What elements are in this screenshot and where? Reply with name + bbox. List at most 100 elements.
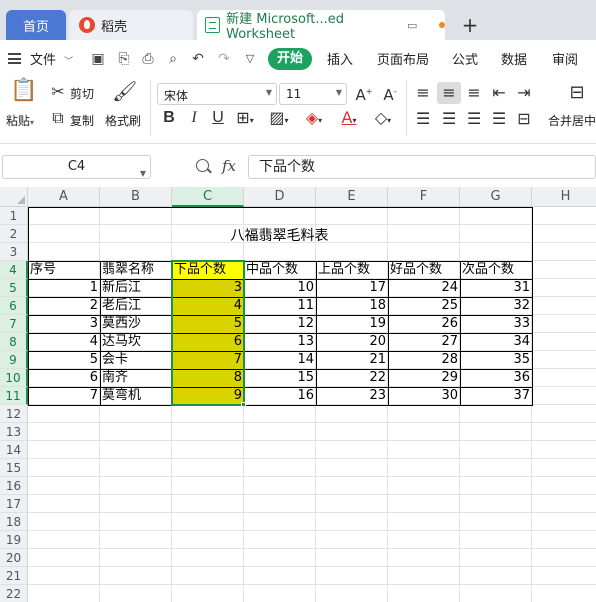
menu-start[interactable]: 开始 (268, 48, 312, 70)
merge-center-button[interactable]: 合并居中 (548, 112, 596, 129)
new-tab-button[interactable]: + (458, 14, 482, 38)
export-icon[interactable]: ⎘ (116, 51, 132, 67)
main-menu-icon[interactable] (8, 53, 21, 64)
quick-access-dropdown-icon[interactable]: ▽ (242, 51, 258, 67)
decrease-indent-icon[interactable]: ⇤ (491, 84, 507, 102)
table-cell[interactable]: 4 (28, 333, 100, 351)
print-icon[interactable]: ⎙ (140, 51, 156, 67)
table-cell[interactable]: 13 (244, 333, 316, 351)
font-name-select[interactable]: 宋体 ▼ (157, 83, 277, 105)
column-header-E[interactable]: E (316, 187, 388, 207)
menu-insert[interactable]: 插入 (327, 49, 353, 68)
column-header-A[interactable]: A (28, 187, 100, 207)
menu-formula[interactable]: 公式 (452, 49, 478, 68)
row-header-8[interactable]: 8 (0, 333, 28, 351)
menu-page-layout[interactable]: 页面布局 (377, 49, 429, 68)
table-cell[interactable]: 11 (244, 297, 316, 315)
header-cell[interactable]: 次品个数 (460, 261, 532, 279)
table-cell[interactable]: 35 (460, 351, 532, 369)
increase-font-icon[interactable]: A+ (354, 83, 374, 104)
row-header-5[interactable]: 5 (0, 279, 28, 297)
table-cell[interactable]: 会卡 (100, 351, 172, 369)
table-cell[interactable]: 30 (388, 387, 460, 405)
row-header-11[interactable]: 11 (0, 387, 28, 405)
table-cell[interactable]: 7 (28, 387, 100, 405)
table-cell[interactable]: 19 (316, 315, 388, 333)
table-cell[interactable]: 31 (460, 279, 532, 297)
decrease-font-icon[interactable]: A- (380, 83, 400, 104)
name-box[interactable]: C4 ▼ (2, 155, 151, 179)
row-header-9[interactable]: 9 (0, 351, 28, 369)
table-cell[interactable]: 南齐 (100, 369, 172, 387)
row-header-3[interactable]: 3 (0, 243, 28, 261)
table-cell[interactable]: 1 (28, 279, 100, 297)
menu-data[interactable]: 数据 (501, 49, 527, 68)
row-header-7[interactable]: 7 (0, 315, 28, 333)
table-cell[interactable]: 10 (244, 279, 316, 297)
italic-button[interactable]: I (185, 109, 203, 127)
row-header-22[interactable]: 22 (0, 585, 28, 602)
column-header-C[interactable]: C (172, 187, 244, 207)
table-cell[interactable]: 27 (388, 333, 460, 351)
merge-center-icon[interactable]: ⊟ (565, 84, 589, 102)
column-header-G[interactable]: G (460, 187, 532, 207)
formula-input[interactable]: 下品个数 (248, 155, 596, 179)
save-icon[interactable]: ▣ (90, 51, 106, 67)
justify-icon[interactable]: ☰ (491, 110, 507, 128)
table-cell[interactable]: 33 (460, 315, 532, 333)
table-cell[interactable]: 32 (460, 297, 532, 315)
table-cell[interactable]: 34 (460, 333, 532, 351)
tab-home[interactable]: 首页 (6, 10, 66, 40)
table-cell[interactable]: 16 (244, 387, 316, 405)
format-painter-button[interactable]: 格式刷 (105, 112, 141, 129)
table-cell[interactable]: 21 (316, 351, 388, 369)
row-header-12[interactable]: 12 (0, 405, 28, 423)
row-header-19[interactable]: 19 (0, 531, 28, 549)
copy-icon[interactable]: ⧉ (50, 109, 66, 127)
row-header-6[interactable]: 6 (0, 297, 28, 315)
table-cell[interactable]: 17 (316, 279, 388, 297)
paste-button[interactable]: 粘贴▾ (6, 112, 34, 129)
undo-icon[interactable]: ↶ (190, 51, 206, 67)
table-cell[interactable]: 29 (388, 369, 460, 387)
align-right-icon[interactable]: ☰ (467, 110, 481, 128)
align-center-icon[interactable]: ☰ (442, 110, 456, 128)
table-cell[interactable]: 12 (244, 315, 316, 333)
menu-review[interactable]: 审阅 (552, 49, 578, 68)
table-cell[interactable]: 6 (28, 369, 100, 387)
row-header-13[interactable]: 13 (0, 423, 28, 441)
table-cell[interactable]: 18 (316, 297, 388, 315)
column-header-B[interactable]: B (100, 187, 172, 207)
align-bottom-icon[interactable]: ≡ (467, 84, 481, 102)
bold-button[interactable]: B (160, 109, 178, 127)
table-cell[interactable]: 20 (316, 333, 388, 351)
row-header-18[interactable]: 18 (0, 513, 28, 531)
select-all-corner[interactable] (0, 187, 28, 207)
table-cell[interactable]: 25 (388, 297, 460, 315)
font-color-icon[interactable]: A▾ (338, 109, 360, 130)
table-cell[interactable]: 3 (28, 315, 100, 333)
print-preview-icon[interactable]: ⌕ (165, 51, 181, 67)
fx-icon[interactable]: fx (222, 157, 236, 175)
column-header-F[interactable]: F (388, 187, 460, 207)
unsaved-dot-icon[interactable] (439, 22, 445, 28)
table-cell[interactable]: 达马坎 (100, 333, 172, 351)
fill-color-icon[interactable]: ◈▾ (303, 109, 325, 130)
column-header-H[interactable]: H (532, 187, 596, 207)
redo-icon[interactable]: ↷ (216, 51, 232, 67)
table-cell[interactable]: 22 (316, 369, 388, 387)
paste-icon[interactable]: 📋 (10, 80, 37, 106)
copy-button[interactable]: 复制 (70, 112, 94, 129)
row-header-10[interactable]: 10 (0, 369, 28, 387)
table-cell[interactable]: 新后江 (100, 279, 172, 297)
column-header-D[interactable]: D (244, 187, 316, 207)
table-cell[interactable]: 36 (460, 369, 532, 387)
font-size-select[interactable]: 11 ▼ (279, 83, 347, 105)
header-cell[interactable]: 好品个数 (388, 261, 460, 279)
header-cell[interactable]: 中品个数 (244, 261, 316, 279)
increase-indent-icon[interactable]: ⇥ (516, 84, 532, 102)
fill-pattern-icon[interactable]: ▨▾ (268, 109, 290, 130)
table-cell[interactable]: 2 (28, 297, 100, 315)
align-left-icon[interactable]: ☰ (416, 110, 430, 128)
zoom-icon[interactable] (196, 159, 209, 172)
